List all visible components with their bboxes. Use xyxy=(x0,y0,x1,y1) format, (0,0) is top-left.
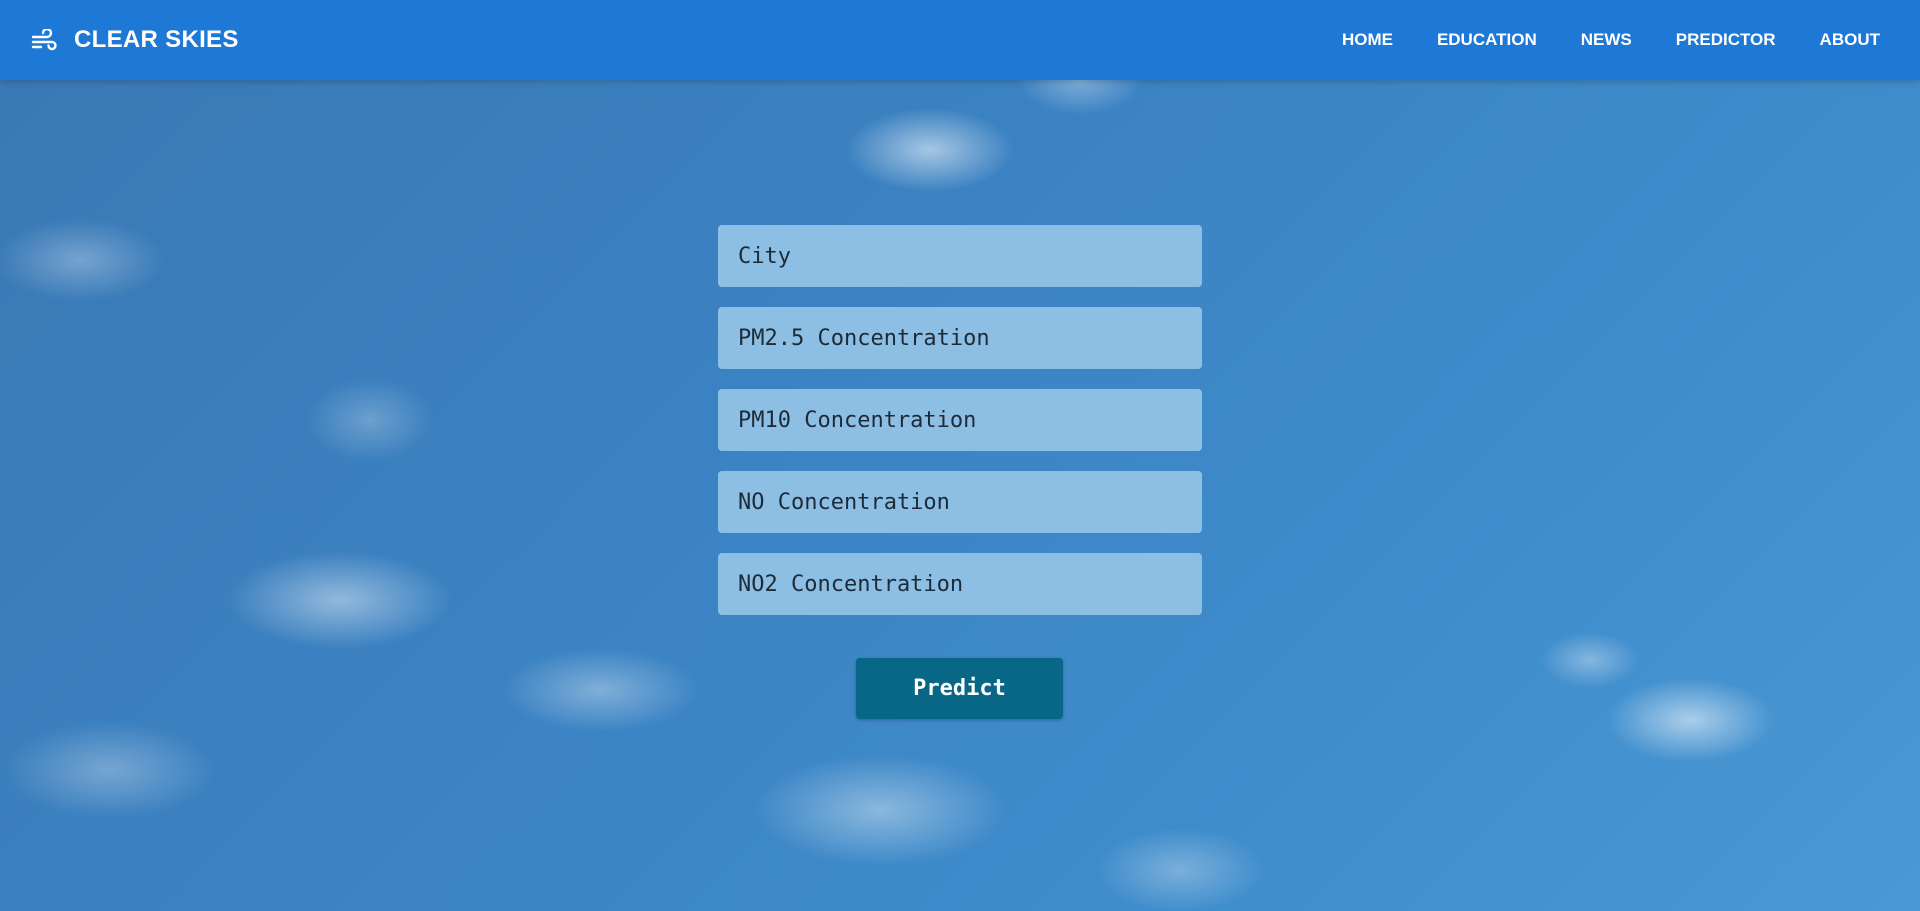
top-navbar: CLEAR SKIES HOME EDUCATION NEWS PREDICTO… xyxy=(0,0,1920,80)
pm10-input[interactable] xyxy=(718,389,1202,451)
nav-link-education[interactable]: EDUCATION xyxy=(1437,30,1537,50)
pm25-input[interactable] xyxy=(718,307,1202,369)
predict-button[interactable]: Predict xyxy=(856,658,1063,719)
nav-link-about[interactable]: ABOUT xyxy=(1820,30,1880,50)
city-input[interactable] xyxy=(718,225,1202,287)
brand-link[interactable]: CLEAR SKIES xyxy=(30,0,239,80)
no2-input[interactable] xyxy=(718,553,1202,615)
nav-link-predictor[interactable]: PREDICTOR xyxy=(1676,30,1776,50)
nav-links: HOME EDUCATION NEWS PREDICTOR ABOUT xyxy=(1298,0,1880,80)
wind-icon xyxy=(30,26,58,54)
brand-name: CLEAR SKIES xyxy=(74,26,239,53)
nav-link-news[interactable]: NEWS xyxy=(1581,30,1632,50)
predictor-form xyxy=(718,225,1202,635)
nav-link-home[interactable]: HOME xyxy=(1342,30,1393,50)
no-input[interactable] xyxy=(718,471,1202,533)
